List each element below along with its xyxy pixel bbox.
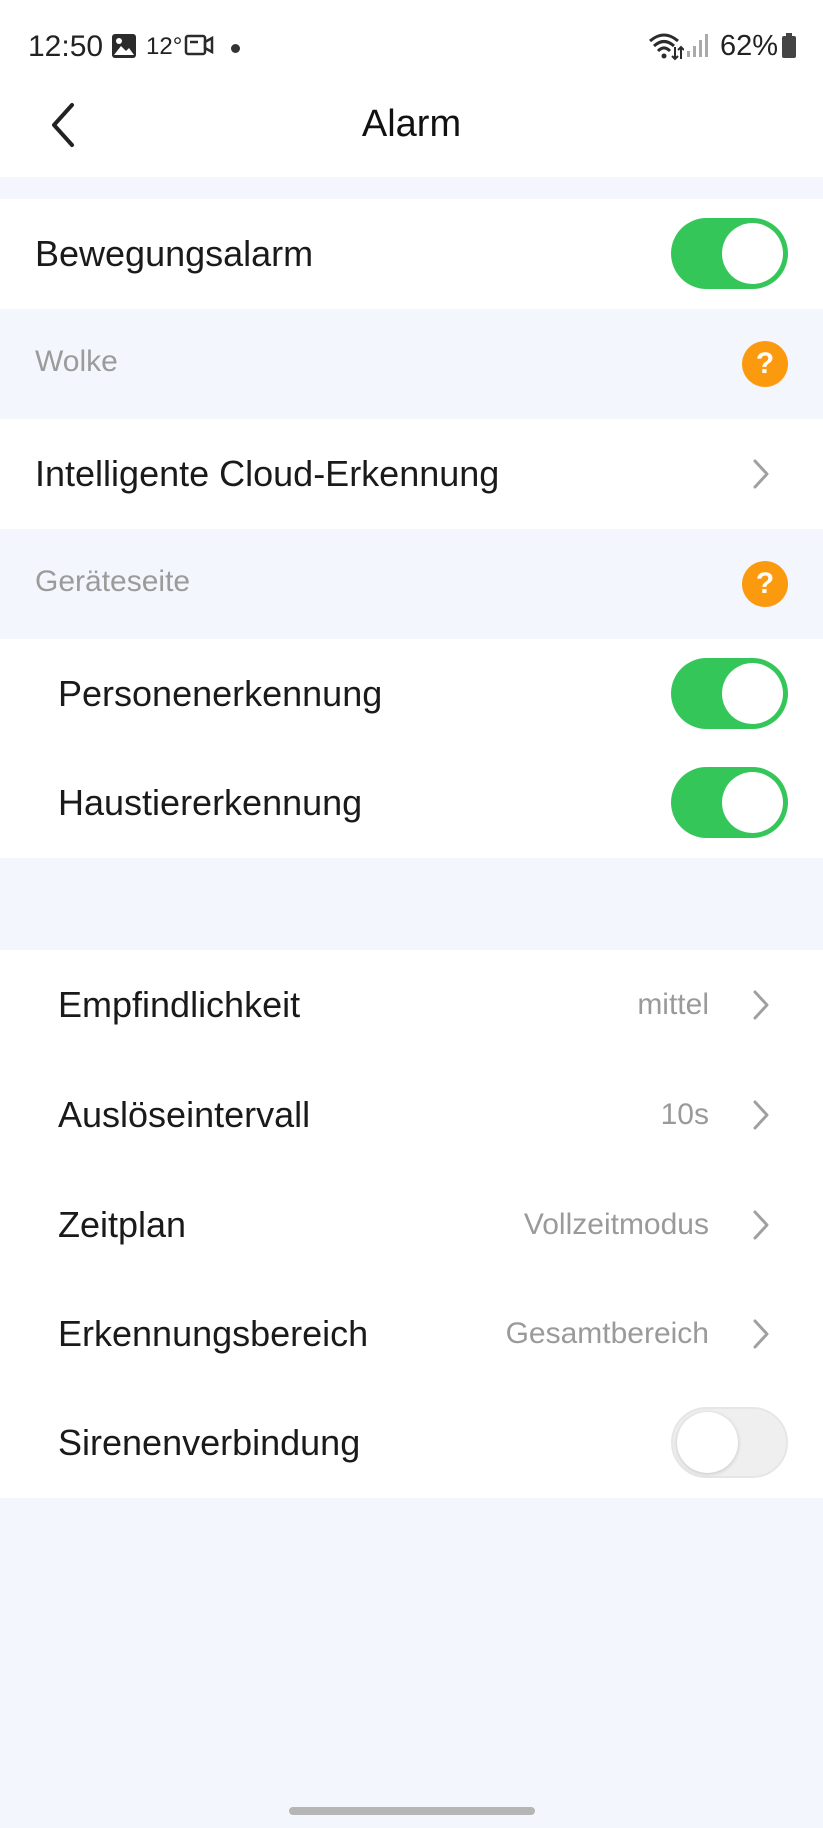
schedule-label: Zeitplan xyxy=(58,1204,187,1245)
motion-alarm-label: Bewegungsalarm xyxy=(35,233,314,274)
device-group: Personenerkennung Haustiererkennung xyxy=(0,639,823,858)
schedule-value: Vollzeitmodus xyxy=(523,1208,709,1241)
status-temperature: 12° xyxy=(146,33,183,60)
trigger-interval-value: 10s xyxy=(660,1098,709,1131)
schedule-row[interactable]: Zeitplan Vollzeitmodus xyxy=(0,1170,823,1280)
chevron-right-icon xyxy=(753,1210,769,1240)
settings-group: Empfindlichkeit mittel Auslöseintervall … xyxy=(0,950,823,1498)
device-section-label: Geräteseite xyxy=(35,565,191,598)
siren-connection-label: Sirenenverbindung xyxy=(58,1422,361,1463)
motion-alarm-row: Bewegungsalarm xyxy=(0,199,823,309)
chevron-right-icon xyxy=(753,990,769,1020)
status-bar: 12:50 12° 62% xyxy=(0,0,823,95)
chevron-right-icon xyxy=(753,1100,769,1130)
toggle-knob xyxy=(677,1412,738,1473)
status-battery-percent: 62% xyxy=(720,30,779,62)
chevron-right-icon xyxy=(753,459,769,489)
app-header: Alarm xyxy=(0,95,823,177)
sensitivity-row[interactable]: Empfindlichkeit mittel xyxy=(0,950,823,1060)
person-detection-row: Personenerkennung xyxy=(0,639,823,749)
video-camera-icon xyxy=(184,33,214,57)
device-section-header: Geräteseite ? xyxy=(0,529,823,639)
siren-connection-toggle[interactable] xyxy=(671,1407,788,1478)
chevron-right-icon xyxy=(753,1319,769,1349)
trigger-interval-row[interactable]: Auslöseintervall 10s xyxy=(0,1060,823,1170)
cloud-group: Intelligente Cloud-Erkennung xyxy=(0,419,823,529)
trigger-interval-label: Auslöseintervall xyxy=(58,1094,311,1135)
siren-connection-row: Sirenenverbindung xyxy=(0,1388,823,1498)
page-title: Alarm xyxy=(361,103,462,145)
pet-detection-label: Haustiererkennung xyxy=(58,782,363,823)
status-time: 12:50 xyxy=(28,30,104,63)
detection-area-row[interactable]: Erkennungsbereich Gesamtbereich xyxy=(0,1279,823,1389)
detection-area-label: Erkennungsbereich xyxy=(58,1313,369,1354)
pet-detection-row: Haustiererkennung xyxy=(0,748,823,858)
toggle-knob xyxy=(722,223,783,284)
motion-alarm-toggle[interactable] xyxy=(671,218,788,289)
person-detection-label: Personenerkennung xyxy=(58,673,383,714)
cloud-section-label: Wolke xyxy=(35,345,118,378)
notification-dot-icon xyxy=(231,44,240,53)
motion-alarm-group: Bewegungsalarm xyxy=(0,199,823,309)
cloud-detection-row[interactable]: Intelligente Cloud-Erkennung xyxy=(0,419,823,529)
device-help-icon[interactable]: ? xyxy=(742,561,788,607)
toggle-knob xyxy=(722,663,783,724)
gallery-icon xyxy=(111,33,137,59)
cloud-help-icon[interactable]: ? xyxy=(742,341,788,387)
battery-icon xyxy=(781,33,797,59)
person-detection-toggle[interactable] xyxy=(671,658,788,729)
pet-detection-toggle[interactable] xyxy=(671,767,788,838)
signal-icon xyxy=(686,32,710,58)
cloud-detection-label: Intelligente Cloud-Erkennung xyxy=(35,453,500,494)
sensitivity-value: mittel xyxy=(637,988,709,1021)
sensitivity-label: Empfindlichkeit xyxy=(58,984,301,1025)
home-indicator[interactable] xyxy=(289,1807,535,1815)
toggle-knob xyxy=(722,772,783,833)
cloud-section-header: Wolke ? xyxy=(0,309,823,419)
alarm-settings-screen: 12:50 12° 62% Alarm Bewegungsalarm Wolke… xyxy=(0,0,823,1828)
wifi-icon xyxy=(648,31,684,61)
detection-area-value: Gesamtbereich xyxy=(505,1317,709,1350)
